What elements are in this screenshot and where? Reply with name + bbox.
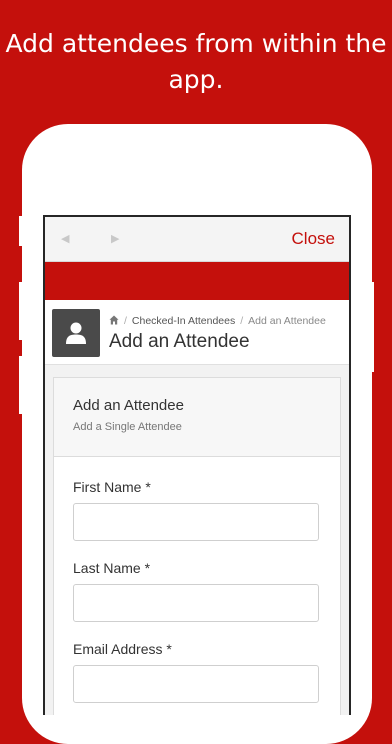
first-name-field[interactable] xyxy=(73,503,319,541)
breadcrumb-item-checked-in[interactable]: Checked-In Attendees xyxy=(132,315,235,327)
avatar xyxy=(52,309,100,357)
close-button[interactable]: Close xyxy=(292,229,335,249)
add-attendee-card: Add an Attendee Add a Single Attendee Fi… xyxy=(53,377,341,715)
email-address-field[interactable] xyxy=(73,665,319,703)
last-name-field[interactable] xyxy=(73,584,319,622)
first-name-label: First Name * xyxy=(73,479,151,495)
card-title: Add an Attendee xyxy=(73,397,184,414)
card-header: Add an Attendee Add a Single Attendee xyxy=(54,378,340,457)
breadcrumb: / Checked-In Attendees / Add an Attendee xyxy=(109,315,326,328)
app-screen: ◀ ▶ Close / Checked-In Attendees / Add an A… xyxy=(43,215,351,715)
browser-toolbar: ◀ ▶ Close xyxy=(45,217,349,262)
promo-headline: Add attendees from within the app. xyxy=(0,26,392,98)
app-header-band xyxy=(45,262,349,300)
home-icon[interactable] xyxy=(109,315,119,328)
forward-arrow-icon[interactable]: ▶ xyxy=(111,232,119,245)
user-icon xyxy=(66,322,86,344)
breadcrumb-separator: / xyxy=(240,315,244,327)
card-subtitle: Add a Single Attendee xyxy=(73,421,182,433)
breadcrumb-separator: / xyxy=(124,315,127,327)
email-address-label: Email Address * xyxy=(73,641,172,657)
last-name-label: Last Name * xyxy=(73,560,151,576)
back-arrow-icon[interactable]: ◀ xyxy=(61,232,69,245)
breadcrumb-item-current: Add an Attendee xyxy=(248,315,326,327)
page-header: / Checked-In Attendees / Add an Attendee Ad… xyxy=(45,300,349,365)
promo-line-2: app. xyxy=(168,65,224,94)
promo-line-1: Add attendees from within the xyxy=(5,29,387,58)
page-title: Add an Attendee xyxy=(109,331,250,352)
